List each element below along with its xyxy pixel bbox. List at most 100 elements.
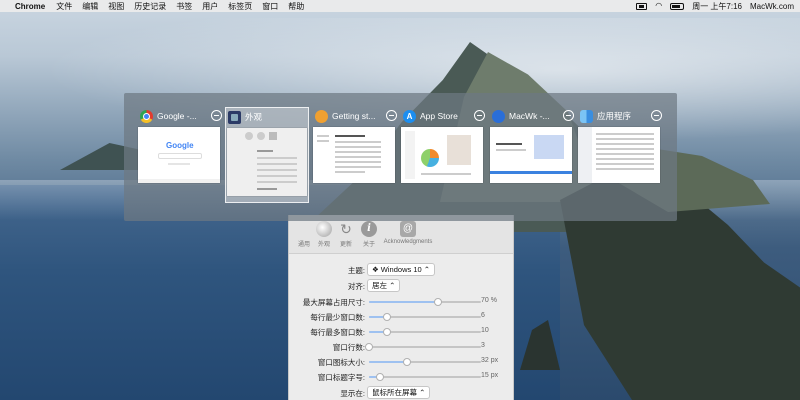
menu-view[interactable]: 视图 [108,1,124,12]
display-on-row: 显示在: 鼠标所在屏幕 ⌃ [289,386,513,400]
minimize-icon[interactable] [474,110,485,121]
thumb-line [257,163,297,165]
appearance-icon [228,110,241,124]
thumb-art [534,135,564,159]
min-per-row-value: 6 [481,312,485,319]
thumb-sidebar [405,131,415,179]
switcher-header: 应用程序 [580,109,662,123]
minimize-icon[interactable] [563,110,574,121]
switcher-window-appearance[interactable]: 外观 [225,107,309,203]
slider-knob[interactable] [365,343,373,351]
switcher-header: Getting st... [315,109,397,123]
min-per-row-slider[interactable] [369,313,481,321]
window-thumbnail: Google [138,127,220,183]
max-per-row-slider[interactable] [369,328,481,336]
align-popup[interactable]: 居左 ⌃ [367,279,401,292]
max-per-row-row: 每行最多窗口数: 10 [289,325,513,339]
tab-appearance-label: 外观 [317,242,330,248]
thumb-line [257,157,297,159]
max-per-row-label: 每行最多窗口数: [310,328,365,337]
minimize-icon[interactable] [651,110,662,121]
slider-knob[interactable] [376,373,385,381]
tab-update-label: 更新 [339,242,352,248]
switcher-window-google[interactable]: Google -... Google [138,107,222,203]
menu-clock[interactable]: 周一 上午7:16 [692,1,742,12]
thumb-line [596,143,654,145]
screen-icon[interactable] [636,2,648,10]
menu-file[interactable]: 文件 [56,1,72,12]
thumb-line [596,148,654,150]
menu-edit[interactable]: 编辑 [82,1,98,12]
switcher-title: MacWk -... [509,111,550,121]
minimize-icon[interactable] [386,110,397,121]
thumb-line [168,163,190,165]
thumb-icon [245,132,253,140]
window-thumbnail [227,128,307,196]
menu-people[interactable]: 用户 [202,1,218,12]
icon-size-slider[interactable] [369,358,481,366]
max-size-slider[interactable] [369,298,481,306]
menu-bookmarks[interactable]: 书签 [176,1,192,12]
thumb-line [317,140,329,142]
thumb-line [257,188,277,190]
title-font-slider[interactable] [369,373,481,381]
slider-knob[interactable] [382,328,391,336]
thumb-sidebar [578,127,592,183]
thumb-line [335,161,381,163]
theme-row: 主题: ❖ Windows 10 ⌃ [289,263,513,277]
minimize-icon[interactable] [211,110,222,121]
thumb-line [596,133,654,135]
thumb-line [257,181,297,183]
macwk-icon [492,109,505,123]
thumb-line [421,173,471,175]
theme-label: 主题: [347,266,365,275]
appearance-sphere-icon [316,221,332,237]
switcher-title: Getting st... [332,111,376,121]
thumb-line [335,156,381,158]
slider-knob[interactable] [382,313,391,321]
thumb-line [257,169,297,171]
window-switcher: Google -... Google 外观 Getting st... A Ap… [124,93,677,221]
preferences-window: 通用 外观 ↻ 更新 i 关于 @ Acknowledgments 主题: ❖ … [288,215,514,400]
display-on-popup[interactable]: 鼠标所在屏幕 ⌃ [367,386,431,399]
thumb-line [596,158,654,160]
icon-size-label: 窗口图标大小: [317,358,365,367]
finder-icon [580,109,593,123]
switcher-window-applications[interactable]: 应用程序 [578,107,662,203]
rows-slider[interactable] [365,343,481,351]
switcher-title: 外观 [245,112,263,122]
switcher-title: 应用程序 [597,111,632,121]
menu-history[interactable]: 历史记录 [134,1,166,12]
thumb-line [335,146,381,148]
max-size-label: 最大屏幕占用尺寸: [302,298,365,307]
max-size-row: 最大屏幕占用尺寸: 70 % [289,295,513,309]
tab-about[interactable]: i 关于 [356,221,382,248]
menu-help[interactable]: 帮助 [288,1,304,12]
menu-window[interactable]: 窗口 [262,1,278,12]
switcher-window-getting-started[interactable]: Getting st... [313,107,397,203]
desktop: Chrome 文件 编辑 视图 历史记录 书签 用户 标签页 窗口 帮助 ◠ 周… [0,0,800,400]
theme-popup[interactable]: ❖ Windows 10 ⌃ [367,263,436,276]
menu-tab[interactable]: 标签页 [228,1,252,12]
slider-knob[interactable] [434,298,443,306]
thumb-line [335,135,365,137]
wifi-icon[interactable]: ◠ [655,0,662,12]
switcher-window-macwk[interactable]: MacWk -... [490,107,574,203]
thumb-footer [138,179,220,183]
slider-knob[interactable] [403,358,412,366]
tab-general-label: 通用 [297,242,310,248]
min-per-row-row: 每行最少窗口数: 6 [289,310,513,324]
switcher-header: A App Store [403,109,485,123]
app-store-icon: A [403,109,416,123]
google-logo: Google [166,141,194,150]
thumb-art [447,135,471,165]
battery-icon[interactable] [670,2,685,10]
chrome-icon [140,109,153,123]
app-menu[interactable]: Chrome [15,2,45,11]
tab-acknowledgments[interactable]: @ Acknowledgments [382,221,434,245]
switcher-header: Google -... [140,109,222,123]
thumb-icon [257,132,265,140]
switcher-title: Google -... [157,111,197,121]
switcher-window-app-store[interactable]: A App Store [401,107,485,203]
menu-site[interactable]: MacWk.com [750,2,794,11]
